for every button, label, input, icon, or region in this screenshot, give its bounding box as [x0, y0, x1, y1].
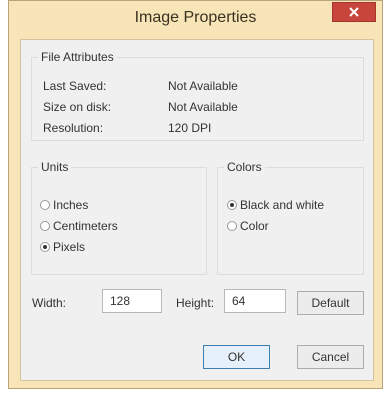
cancel-button[interactable]: Cancel: [297, 345, 364, 369]
dialog-body: File Attributes Last Saved: Not Availabl…: [20, 39, 374, 381]
close-icon: [349, 7, 359, 17]
units-option-centimeters[interactable]: Centimeters: [40, 219, 118, 233]
image-properties-dialog: Image Properties File Attributes Last Sa…: [8, 0, 383, 389]
units-group: Units Inches Centimeters Pixels: [31, 160, 207, 275]
height-label: Height:: [176, 296, 215, 310]
size-on-disk-value: Not Available: [168, 100, 238, 114]
resolution-value: 120 DPI: [168, 121, 212, 135]
colors-option-label: Black and white: [240, 198, 325, 212]
close-button[interactable]: [332, 2, 376, 22]
colors-option-label: Color: [240, 219, 269, 233]
units-option-label: Pixels: [53, 240, 86, 254]
colors-option-black-and-white[interactable]: Black and white: [227, 198, 324, 212]
width-input[interactable]: 128: [102, 289, 162, 313]
title-bar[interactable]: Image Properties: [9, 1, 382, 35]
units-option-pixels[interactable]: Pixels: [40, 240, 85, 254]
units-option-label: Centimeters: [53, 219, 118, 233]
resolution-row: Resolution: 120 DPI: [43, 121, 353, 135]
radio-button[interactable]: [40, 221, 50, 231]
height-input[interactable]: 64: [224, 289, 286, 313]
default-button[interactable]: Default: [297, 291, 364, 315]
last-saved-key: Last Saved:: [43, 79, 107, 93]
ok-button[interactable]: OK: [203, 345, 270, 369]
size-on-disk-key: Size on disk:: [43, 100, 112, 114]
resolution-key: Resolution:: [43, 121, 104, 135]
radio-button-checked[interactable]: [227, 200, 237, 210]
units-option-inches[interactable]: Inches: [40, 198, 88, 212]
file-attributes-group: File Attributes Last Saved: Not Availabl…: [31, 50, 364, 141]
colors-label: Colors: [224, 160, 265, 174]
last-saved-value: Not Available: [168, 79, 238, 93]
radio-button[interactable]: [227, 221, 237, 231]
dialog-title: Image Properties: [134, 9, 257, 26]
last-saved-row: Last Saved: Not Available: [43, 79, 353, 93]
width-label: Width:: [32, 296, 67, 310]
colors-option-color[interactable]: Color: [227, 219, 269, 233]
radio-button-checked[interactable]: [40, 242, 50, 252]
size-on-disk-row: Size on disk: Not Available: [43, 100, 353, 114]
file-attributes-label: File Attributes: [38, 50, 117, 64]
radio-button[interactable]: [40, 200, 50, 210]
colors-group: Colors Black and white Color: [217, 160, 364, 275]
units-option-label: Inches: [53, 198, 89, 212]
units-label: Units: [38, 160, 72, 174]
